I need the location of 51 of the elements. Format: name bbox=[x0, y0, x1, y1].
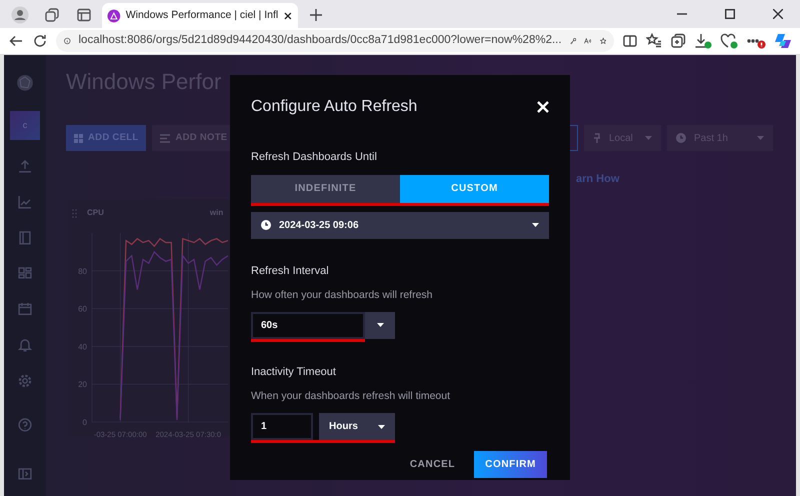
cancel-button[interactable]: CANCEL bbox=[398, 451, 466, 478]
refresh-icon[interactable] bbox=[32, 33, 48, 49]
y-axis-label: 60 bbox=[78, 305, 87, 314]
tab-actions-icon[interactable] bbox=[76, 7, 92, 23]
new-tab-icon[interactable] bbox=[309, 8, 323, 22]
interval-input[interactable]: 60s bbox=[251, 312, 365, 339]
close-icon[interactable] bbox=[283, 10, 293, 20]
favorites-icon[interactable] bbox=[646, 33, 662, 49]
y-axis-label: 20 bbox=[78, 380, 87, 390]
field-label: Refresh Dashboards Until bbox=[251, 150, 378, 166]
help-text: How often your dashboards will refresh bbox=[251, 288, 434, 304]
help-text: When your dashboards refresh will timeout bbox=[251, 389, 452, 404]
confirm-button[interactable]: CONFIRM bbox=[474, 451, 547, 478]
collections-icon[interactable] bbox=[670, 33, 686, 49]
caret-icon bbox=[376, 323, 384, 328]
caret-icon bbox=[532, 223, 539, 228]
caret-icon bbox=[378, 424, 385, 429]
toggle-option[interactable]: INDEFINITE bbox=[251, 174, 400, 203]
legend-text: win bbox=[210, 207, 224, 220]
close-icon[interactable] bbox=[773, 9, 783, 19]
split-screen-icon[interactable] bbox=[622, 33, 638, 49]
toggle-option[interactable]: CUSTOM bbox=[400, 174, 549, 203]
maximize-icon[interactable] bbox=[725, 9, 735, 19]
copilot-icon[interactable] bbox=[774, 32, 792, 50]
profile-icon[interactable] bbox=[11, 6, 29, 24]
download-icon[interactable] bbox=[694, 33, 712, 49]
grid-icon bbox=[74, 134, 83, 143]
app-logo-icon bbox=[107, 8, 121, 22]
caret-icon bbox=[645, 136, 652, 140]
field-label: Inactivity Timeout bbox=[251, 364, 337, 380]
tab-title: Windows Performance | ciel | Infl bbox=[126, 8, 278, 23]
date-dropdown[interactable]: 2024-03-25 09:06 bbox=[251, 212, 549, 239]
app-logo-icon bbox=[16, 74, 34, 92]
y-axis-label: 80 bbox=[78, 267, 87, 276]
note-lines-icon bbox=[160, 134, 170, 143]
clock-icon bbox=[261, 220, 271, 230]
dialog-title: Configure Auto Refresh bbox=[251, 97, 418, 116]
y-axis-label: 40 bbox=[78, 342, 87, 352]
cell-title: CPU bbox=[87, 207, 104, 220]
browser-tab[interactable]: Windows Performance | ciel | Infl bbox=[102, 3, 298, 28]
y-axis-label: 0 bbox=[82, 418, 87, 428]
drag-handle-icon bbox=[72, 208, 79, 218]
pin-icon bbox=[593, 133, 601, 144]
caret-icon bbox=[757, 136, 764, 140]
workspaces-icon[interactable] bbox=[44, 7, 60, 23]
clock-icon bbox=[676, 133, 686, 144]
browser-essentials-icon[interactable] bbox=[720, 33, 738, 49]
field-label: Refresh Interval bbox=[251, 264, 330, 279]
timeout-input[interactable]: 1 bbox=[251, 413, 313, 440]
unit-dropdown[interactable]: Hours bbox=[319, 413, 395, 440]
sidebar-toggle-icon[interactable] bbox=[18, 467, 32, 482]
